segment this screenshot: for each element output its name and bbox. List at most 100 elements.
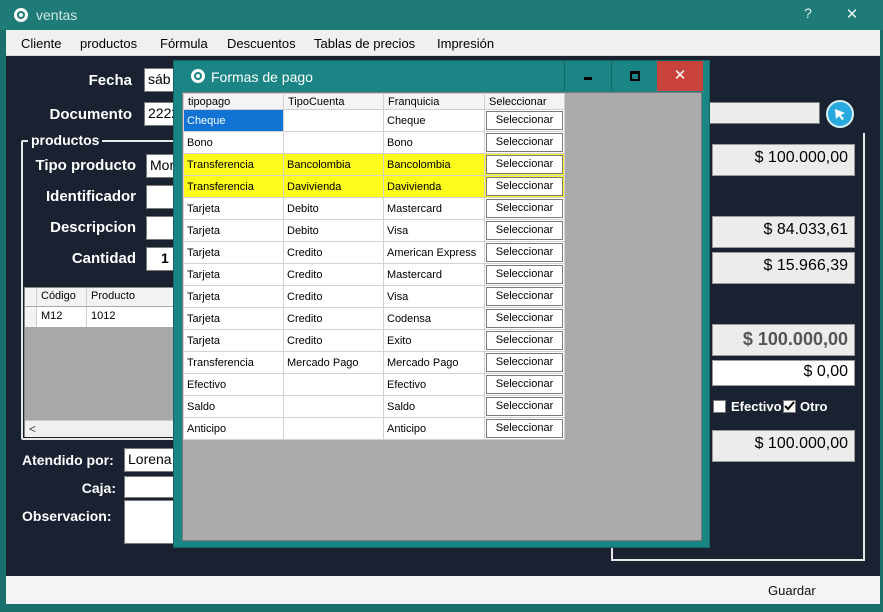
amount-paid-input[interactable]: $ 0,00 [712,360,855,386]
cell-tipocuenta[interactable] [283,373,384,396]
payment-row[interactable]: Tarjeta Debito Visa Seleccionar [183,219,565,242]
seleccionar-button[interactable]: Seleccionar [486,331,563,350]
seleccionar-button[interactable]: Seleccionar [486,133,563,152]
caja-field[interactable] [124,476,176,498]
payment-row[interactable]: Tarjeta Credito Codensa Seleccionar [183,307,565,330]
close-button[interactable]: ✕ [840,5,864,25]
cell-franquicia[interactable]: Efectivo [383,373,485,396]
payment-row[interactable]: Transferencia Bancolombia Bancolombia Selec… [183,153,565,176]
cell-franquicia[interactable]: Codensa [383,307,485,330]
payment-row[interactable]: Anticipo Anticipo Seleccionar [183,417,565,440]
payment-row[interactable]: Bono Bono Seleccionar [183,131,565,154]
otro-checkbox[interactable] [783,400,796,413]
menu-cliente[interactable]: Cliente [21,36,61,51]
grid-cell-producto[interactable]: 1012 [87,307,178,327]
cell-franquicia[interactable]: Visa [383,219,485,242]
payment-row[interactable]: Tarjeta Credito Exito Seleccionar [183,329,565,352]
seleccionar-button[interactable]: Seleccionar [486,155,563,174]
seleccionar-button[interactable]: Seleccionar [486,177,563,196]
cell-tipocuenta[interactable]: Debito [283,197,384,220]
grid-row-selector[interactable] [25,307,37,327]
payment-row[interactable]: Tarjeta Credito American Express Selecciona… [183,241,565,264]
grid-cell-codigo[interactable]: M12 [37,307,87,327]
horizontal-scrollbar[interactable]: < [25,420,178,437]
cell-franquicia[interactable]: Bancolombia [383,153,485,176]
cell-tipopago[interactable]: Saldo [183,395,284,418]
save-button[interactable]: Guardar [768,583,816,598]
dialog-close-button[interactable]: ✕ [657,61,703,91]
efectivo-checkbox[interactable] [713,400,726,413]
cell-franquicia[interactable]: Mastercard [383,197,485,220]
cell-tipocuenta[interactable]: Credito [283,241,384,264]
seleccionar-button[interactable]: Seleccionar [486,397,563,416]
seleccionar-button[interactable]: Seleccionar [486,375,563,394]
maximize-button[interactable] [611,61,657,91]
cell-tipocuenta[interactable]: Credito [283,329,384,352]
seleccionar-button[interactable]: Seleccionar [486,265,563,284]
column-header-franquicia[interactable]: Franquicia [383,93,485,110]
cell-franquicia[interactable]: Mercado Pago [383,351,485,374]
seleccionar-button[interactable]: Seleccionar [486,309,563,328]
observacion-field[interactable] [124,500,176,544]
payment-row[interactable]: Transferencia Mercado Pago Mercado Pago Sel… [183,351,565,374]
column-header-seleccionar[interactable]: Seleccionar [484,93,565,110]
cell-tipopago[interactable]: Transferencia [183,351,284,374]
cell-tipocuenta[interactable]: Bancolombia [283,153,384,176]
payment-row[interactable]: Tarjeta Credito Visa Seleccionar [183,285,565,308]
column-header-tipocuenta[interactable]: TipoCuenta [283,93,384,110]
cell-franquicia[interactable]: Bono [383,131,485,154]
cell-tipocuenta[interactable]: Credito [283,285,384,308]
atendido-field[interactable]: Lorena [124,448,176,472]
cell-franquicia[interactable]: Anticipo [383,417,485,440]
cell-tipopago[interactable]: Transferencia [183,153,284,176]
cell-tipopago[interactable]: Tarjeta [183,329,284,352]
payment-row[interactable]: Cheque Cheque Seleccionar [183,109,565,132]
cell-tipopago[interactable]: Tarjeta [183,263,284,286]
cell-tipopago[interactable]: Tarjeta [183,241,284,264]
products-grid[interactable]: Código Producto M12 1012 < [24,287,179,437]
menu-formula[interactable]: Fórmula [160,36,208,51]
cell-tipocuenta[interactable] [283,395,384,418]
menu-tablas-precios[interactable]: Tablas de precios [314,36,415,51]
cell-franquicia[interactable]: Mastercard [383,263,485,286]
payment-row[interactable]: Saldo Saldo Seleccionar [183,395,565,418]
go-button[interactable] [826,100,854,128]
cell-tipocuenta[interactable]: Credito [283,307,384,330]
scroll-left-icon[interactable]: < [29,422,36,436]
cell-tipopago[interactable]: Anticipo [183,417,284,440]
cell-tipopago[interactable]: Tarjeta [183,285,284,308]
cell-tipocuenta[interactable]: Credito [283,263,384,286]
seleccionar-button[interactable]: Seleccionar [486,287,563,306]
help-button[interactable]: ? [796,5,820,25]
payment-row[interactable]: Efectivo Efectivo Seleccionar [183,373,565,396]
cell-franquicia[interactable]: Exito [383,329,485,352]
cell-tipocuenta[interactable]: Debito [283,219,384,242]
cell-tipocuenta[interactable] [283,109,384,132]
cell-franquicia[interactable]: Davivienda [383,175,485,198]
seleccionar-button[interactable]: Seleccionar [486,199,563,218]
cell-tipocuenta[interactable]: Davivienda [283,175,384,198]
menu-impresion[interactable]: Impresión [437,36,494,51]
cell-tipocuenta[interactable] [283,417,384,440]
cell-tipopago[interactable]: Bono [183,131,284,154]
column-header-tipopago[interactable]: tipopago [183,93,284,110]
payment-row[interactable]: Tarjeta Debito Mastercard Seleccionar [183,197,565,220]
cell-tipocuenta[interactable]: Mercado Pago [283,351,384,374]
cell-franquicia[interactable]: Visa [383,285,485,308]
cell-tipopago[interactable]: Tarjeta [183,307,284,330]
cell-franquicia[interactable]: Cheque [383,109,485,132]
payment-row[interactable]: Transferencia Davivienda Davivienda Selecci… [183,175,565,198]
minimize-button[interactable] [564,61,610,91]
menu-productos[interactable]: productos [80,36,137,51]
seleccionar-button[interactable]: Seleccionar [486,221,563,240]
seleccionar-button[interactable]: Seleccionar [486,419,563,438]
payment-row[interactable]: Tarjeta Credito Mastercard Seleccionar [183,263,565,286]
cell-franquicia[interactable]: Saldo [383,395,485,418]
cell-tipopago[interactable]: Cheque [183,109,284,132]
cell-franquicia[interactable]: American Express [383,241,485,264]
seleccionar-button[interactable]: Seleccionar [486,111,563,130]
search-field[interactable] [708,102,820,124]
cell-tipopago[interactable]: Tarjeta [183,219,284,242]
seleccionar-button[interactable]: Seleccionar [486,353,563,372]
menu-descuentos[interactable]: Descuentos [227,36,296,51]
